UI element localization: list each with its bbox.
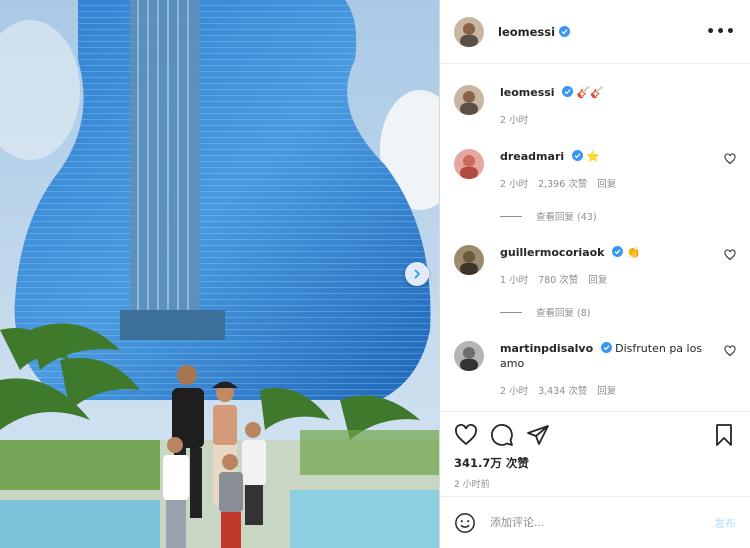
post-viewer: leomessi ••• leomessi 🎸🎸 2 小时 dreadmari … [0, 0, 750, 548]
more-options-button[interactable]: ••• [706, 24, 736, 40]
avatar[interactable] [454, 341, 484, 371]
like-heart-icon[interactable] [454, 423, 478, 447]
comment-time[interactable]: 2 小时 [500, 176, 528, 190]
comment-likes[interactable]: 2,396 次赞 [538, 176, 587, 190]
comment-time[interactable]: 2 小时 [500, 383, 528, 397]
view-replies-button[interactable]: 查看回复 (43) [500, 209, 597, 223]
comment-text: ⭐ [586, 150, 600, 163]
reply-button[interactable]: 回复 [588, 272, 607, 286]
comment-likes[interactable]: 3,434 次赞 [538, 383, 587, 397]
avatar[interactable] [454, 85, 484, 115]
reply-button[interactable]: 回复 [597, 383, 616, 397]
comment-likes[interactable]: 780 次赞 [538, 272, 578, 286]
comment-composer: 发布 [440, 496, 750, 548]
comment-username[interactable]: dreadmari [500, 150, 564, 163]
verified-badge-icon [559, 26, 571, 37]
chevron-right-icon [414, 269, 421, 279]
username-link[interactable]: leomessi [498, 25, 555, 39]
heart-icon[interactable] [724, 345, 736, 357]
bookmark-icon[interactable] [712, 423, 736, 447]
avatar[interactable] [454, 16, 484, 47]
next-photo-button[interactable] [405, 262, 429, 286]
verified-badge-icon [562, 86, 574, 97]
reply-button[interactable]: 回复 [597, 176, 616, 190]
avatar[interactable] [454, 245, 484, 275]
heart-icon[interactable] [724, 153, 736, 165]
post-header: leomessi ••• [440, 0, 750, 64]
avatar[interactable] [454, 149, 484, 179]
heart-icon[interactable] [724, 249, 736, 261]
share-icon[interactable] [526, 423, 550, 447]
verified-badge-icon [600, 342, 612, 353]
post-time[interactable]: 2 小时前 [454, 477, 490, 490]
emoji-icon[interactable] [454, 512, 476, 534]
view-replies-button[interactable]: 查看回复 (8) [500, 305, 590, 319]
caption-username[interactable]: leomessi [500, 86, 555, 99]
like-count[interactable]: 341.7万 次赞 [454, 455, 529, 471]
comments-list: leomessi 🎸🎸 2 小时 dreadmari ⭐ 2 小时 2,396 … [440, 65, 750, 411]
post-comment-button[interactable]: 发布 [714, 515, 736, 531]
post-side-panel: leomessi ••• leomessi 🎸🎸 2 小时 dreadmari … [439, 0, 750, 548]
post-photo[interactable] [0, 0, 439, 548]
photo-illustration [0, 0, 439, 548]
verified-badge-icon [612, 246, 623, 257]
comment-icon[interactable] [490, 423, 514, 447]
comment-username[interactable]: guillermocoriaok [500, 246, 605, 259]
comment-input[interactable] [490, 516, 714, 529]
caption-time[interactable]: 2 小时 [500, 112, 528, 126]
caption-text: 🎸🎸 [576, 86, 604, 99]
comment-text: 👏 [626, 246, 641, 259]
verified-badge-icon [571, 150, 583, 161]
comment-username[interactable]: martinpdisalvo [500, 342, 593, 355]
comment-time[interactable]: 1 小时 [500, 272, 528, 286]
